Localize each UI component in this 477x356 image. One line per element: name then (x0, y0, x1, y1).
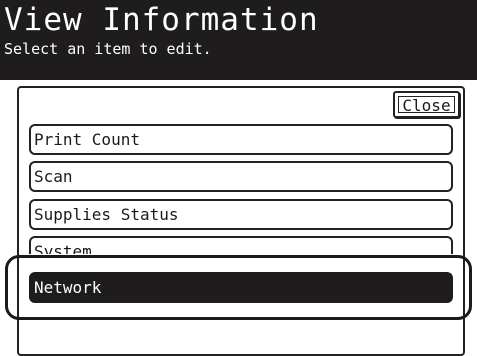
menu-item-system[interactable]: System (29, 236, 453, 254)
menu-item-scan[interactable]: Scan (29, 161, 453, 192)
close-button-label: Close (398, 96, 455, 114)
close-button[interactable]: Close (393, 91, 460, 118)
header-bar: View Information Select an item to edit. (0, 0, 477, 80)
menu-item-print-count[interactable]: Print Count (29, 124, 453, 155)
page-title: View Information (4, 2, 319, 38)
menu-item-supplies-status[interactable]: Supplies Status (29, 199, 453, 230)
menu-item-network[interactable]: Network (29, 272, 453, 303)
page-subtitle: Select an item to edit. (4, 40, 212, 58)
